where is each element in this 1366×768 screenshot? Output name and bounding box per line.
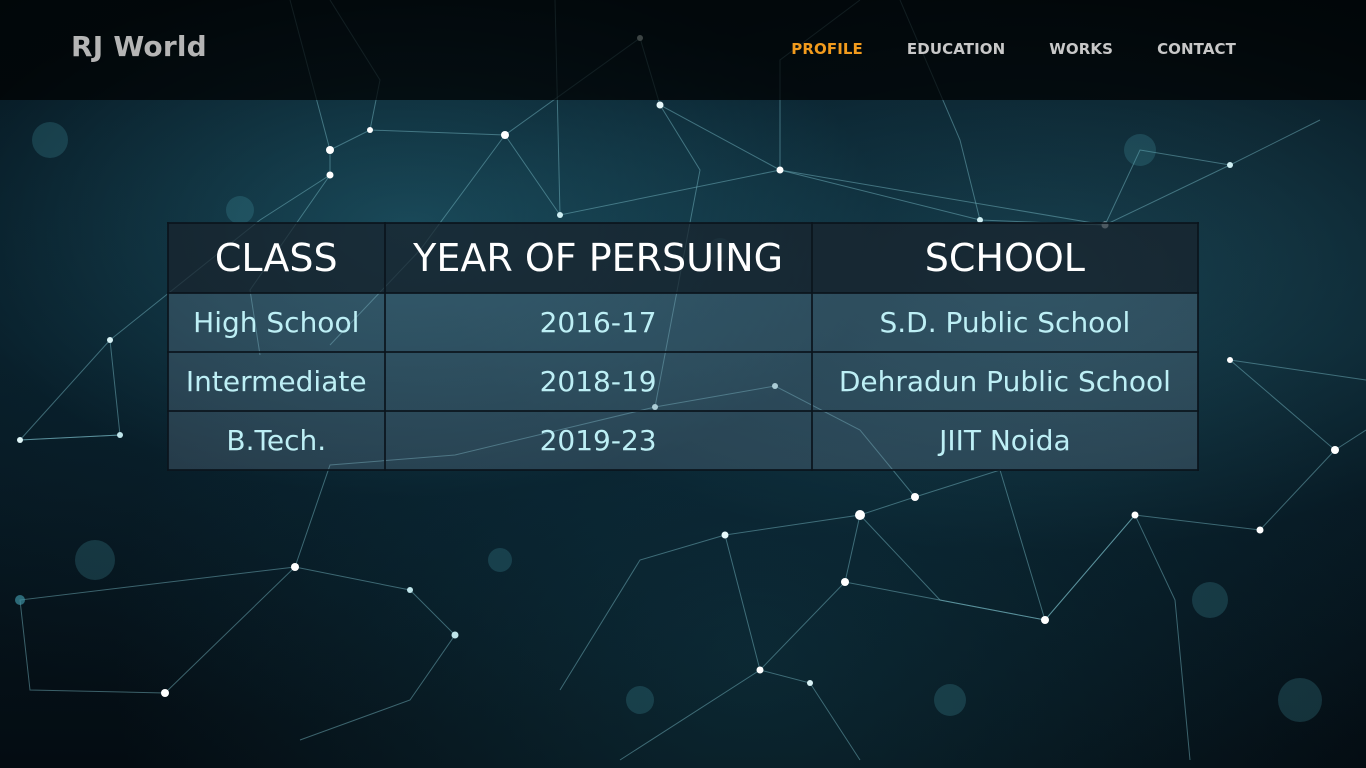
table-row: Intermediate 2018-19 Dehradun Public Sch… bbox=[167, 351, 1200, 412]
table-header-row: CLASS YEAR OF PERSUING SCHOOL bbox=[167, 222, 1200, 294]
cell-year: 2019-23 bbox=[383, 410, 813, 471]
header-class: CLASS bbox=[167, 222, 386, 294]
nav-menu: PROFILE EDUCATION WORKS CONTACT bbox=[791, 40, 1236, 58]
cell-school: S.D. Public School bbox=[810, 292, 1200, 353]
table-row: High School 2016-17 S.D. Public School bbox=[167, 292, 1200, 353]
cell-year: 2016-17 bbox=[383, 292, 813, 353]
education-table: CLASS YEAR OF PERSUING SCHOOL High Schoo… bbox=[167, 222, 1200, 471]
cell-class: High School bbox=[167, 292, 386, 353]
nav-item-works[interactable]: WORKS bbox=[1049, 40, 1113, 58]
cell-class: Intermediate bbox=[167, 351, 386, 412]
top-navbar: RJ World PROFILE EDUCATION WORKS CONTACT bbox=[0, 0, 1366, 100]
header-year: YEAR OF PERSUING bbox=[383, 222, 813, 294]
table-row: B.Tech. 2019-23 JIIT Noida bbox=[167, 410, 1200, 471]
nav-item-education[interactable]: EDUCATION bbox=[907, 40, 1005, 58]
nav-item-contact[interactable]: CONTACT bbox=[1157, 40, 1236, 58]
cell-school: Dehradun Public School bbox=[810, 351, 1200, 412]
header-school: SCHOOL bbox=[810, 222, 1200, 294]
cell-class: B.Tech. bbox=[167, 410, 386, 471]
nav-item-profile[interactable]: PROFILE bbox=[791, 40, 863, 58]
brand-logo[interactable]: RJ World bbox=[71, 30, 207, 63]
cell-year: 2018-19 bbox=[383, 351, 813, 412]
cell-school: JIIT Noida bbox=[810, 410, 1200, 471]
